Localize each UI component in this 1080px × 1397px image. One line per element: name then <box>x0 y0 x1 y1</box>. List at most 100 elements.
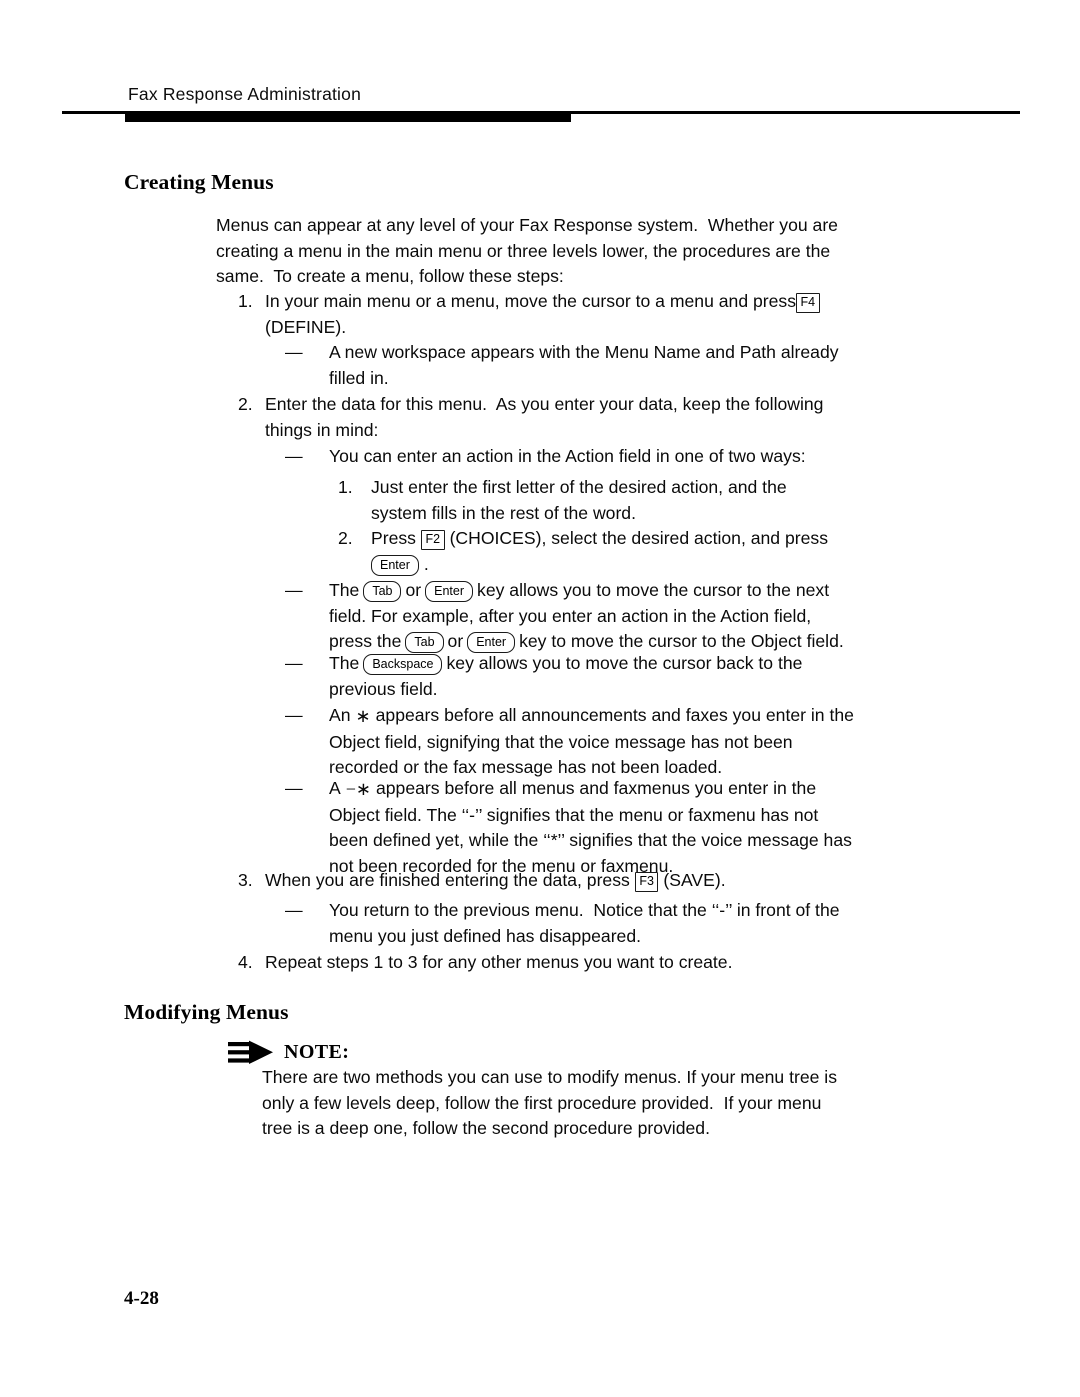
step-3-dash-line-1: You return to the previous menu. Notice … <box>329 900 840 920</box>
note-body-paragraph: There are two methods you can use to mod… <box>262 1065 922 1142</box>
list-item-step-3-dash: — You return to the previous menu. Notic… <box>285 898 910 949</box>
step-2-dash-5-body: A −∗ appears before all menus and faxmenus… <box>329 776 915 879</box>
em-dash-marker: — <box>285 705 303 725</box>
step-3-marker: 3. <box>238 870 253 890</box>
em-dash-marker: — <box>285 580 303 600</box>
step-2-line-1: Enter the data for this menu. As you ent… <box>265 394 824 414</box>
substep-2-marker: 2. <box>338 528 353 548</box>
intro-line-3: same. To create a menu, follow these ste… <box>216 266 564 287</box>
list-item-step-2-dash-2: — The Tab or Enter key allows you to move th… <box>285 578 910 655</box>
note-line-2: only a few levels deep, follow the first… <box>262 1092 822 1113</box>
step-2-line-2: things in mind: <box>265 419 379 440</box>
step-2-dash-2-body: The Tab or Enter key allows you to move the … <box>329 578 910 655</box>
dash3-l1-b: key allows you to move the cursor back t… <box>446 653 803 673</box>
substep-2-line-2: Enter. <box>371 552 908 578</box>
key-enter[interactable]: Enter <box>371 554 419 576</box>
document-page: Fax Response Administration Creating Men… <box>0 0 1080 1397</box>
step-1-dash-line-2: filled in. <box>329 367 389 388</box>
note-label: NOTE: <box>284 1041 350 1063</box>
em-dash-marker: — <box>285 653 303 673</box>
step-2-dash-2-line-2: field. For example, after you enter an a… <box>329 605 812 626</box>
dash5-l1-b: appears before all menus and faxmenus yo… <box>375 778 817 798</box>
dash4-l1-b: appears before all announcements and fax… <box>375 705 854 725</box>
substep-1-marker: 1. <box>338 477 353 497</box>
substep-2-trailing-period: . <box>423 553 429 574</box>
list-item-substep-1: 1. Just enter the first letter of the de… <box>338 475 908 526</box>
step-2-dash-3-body: The Backspace key allows you to move the c… <box>329 651 905 702</box>
step-2-dash-1-body: You can enter an action in the Action fi… <box>329 444 905 470</box>
step-2-dash-3-line-1: The Backspace key allows you to move the c… <box>329 651 905 677</box>
step-1-body: In your main menu or a menu, move the cu… <box>265 289 898 340</box>
step-3-body: When you are finished entering the data,… <box>265 868 908 894</box>
step-4-body: Repeat steps 1 to 3 for any other menus … <box>265 950 908 976</box>
step-2-dash-1-line-1: You can enter an action in the Action fi… <box>329 446 806 466</box>
asterisk-symbol: ∗ <box>355 706 371 726</box>
dash2-l1-c: key allows you to move the cursor to the… <box>477 580 830 600</box>
note-arrow-icon <box>228 1040 273 1064</box>
substep-2-body: Press F2 (CHOICES), select the desired act… <box>371 526 908 577</box>
list-item-step-2-dash-1: — You can enter an action in the Action … <box>285 444 905 470</box>
heading-modifying-menus: Modifying Menus <box>124 1000 289 1024</box>
note-line-3: tree is a deep one, follow the second pr… <box>262 1118 710 1139</box>
substep-2-line-1: Press F2 (CHOICES), select the desired act… <box>371 526 908 552</box>
substep-2-text-before: Press <box>371 528 416 548</box>
step-4-marker: 4. <box>238 952 253 972</box>
step-2-dash-4-body: An ∗ appears before all announcements and … <box>329 703 905 781</box>
step-1-dash-body: A new workspace appears with the Menu Na… <box>329 340 905 391</box>
substep-1-line-2: system fills in the rest of the word. <box>371 502 636 523</box>
step-3-dash-body: You return to the previous menu. Notice … <box>329 898 910 949</box>
step-3-dash-line-2: menu you just defined has disappeared. <box>329 925 642 946</box>
list-item-substep-2: 2. Press F2 (CHOICES), select the desired … <box>338 526 908 577</box>
list-item-step-1-dash: — A new workspace appears with the Menu … <box>285 340 905 391</box>
list-item-step-2-dash-3: — The Backspace key allows you to move the… <box>285 651 905 702</box>
page-number: 4-28 <box>124 1288 159 1309</box>
key-tab[interactable]: Tab <box>363 581 402 602</box>
heading-creating-menus: Creating Menus <box>124 170 274 194</box>
step-2-dash-5-line-2: Object field. The ‘‘-’’ signifies that t… <box>329 804 819 825</box>
dash2-l3-b: or <box>447 631 464 652</box>
dash2-l3-a: press the <box>329 631 402 652</box>
dash2-l1-a: The <box>329 580 360 600</box>
minus-asterisk-symbol: −∗ <box>345 779 371 799</box>
dash5-l1-a: A <box>329 778 341 798</box>
dash2-l1-b: or <box>405 580 422 600</box>
step-1-text-before-key: In your main menu or a menu, move the cu… <box>265 291 797 311</box>
key-backspace[interactable]: Backspace <box>363 654 443 675</box>
key-f2[interactable]: F2 <box>420 529 445 550</box>
step-2-dash-3-line-2: previous field. <box>329 678 438 699</box>
list-item-step-2-dash-4: — An ∗ appears before all announcements an… <box>285 703 905 781</box>
step-1-line-2: (DEFINE). <box>265 316 347 337</box>
dash3-l1-a: The <box>329 653 360 673</box>
em-dash-marker: — <box>285 778 303 798</box>
em-dash-marker: — <box>285 900 303 920</box>
step-4-line-1: Repeat steps 1 to 3 for any other menus … <box>265 952 733 972</box>
step-2-dash-5-line-3: been defined yet, while the ‘‘*’’ signif… <box>329 830 852 851</box>
key-f4[interactable]: F4 <box>796 292 820 313</box>
step-3-line-1: When you are finished entering the data,… <box>265 868 908 894</box>
note-line-1: There are two methods you can use to mod… <box>262 1067 838 1087</box>
list-item-step-4: 4. Repeat steps 1 to 3 for any other men… <box>238 950 908 976</box>
running-header-title: Fax Response Administration <box>128 84 362 104</box>
step-2-dash-4-line-1: An ∗ appears before all announcements and … <box>329 703 905 730</box>
step-1-marker: 1. <box>238 291 253 311</box>
list-item-step-2: 2. Enter the data for this menu. As you … <box>238 392 908 443</box>
intro-line-2: creating a menu in the main menu or thre… <box>216 240 831 261</box>
header-rule-thick <box>125 113 571 122</box>
step-2-dash-2-line-1: The Tab or Enter key allows you to move the … <box>329 578 910 604</box>
list-item-step-3: 3. When you are finished entering the da… <box>238 868 908 894</box>
em-dash-marker: — <box>285 342 303 362</box>
step-1-dash-line-1: A new workspace appears with the Menu Na… <box>329 342 839 362</box>
step-3-text-after: (SAVE). <box>663 870 726 890</box>
creating-intro-paragraph: Menus can appear at any level of your Fa… <box>216 213 916 290</box>
dash4-l1-a: An <box>329 705 351 725</box>
em-dash-marker: — <box>285 446 303 466</box>
list-item-step-2-dash-5: — A −∗ appears before all menus and faxmen… <box>285 776 915 879</box>
substep-1-body: Just enter the first letter of the desir… <box>371 475 908 526</box>
step-2-marker: 2. <box>238 394 253 414</box>
step-1-line-1: In your main menu or a menu, move the cu… <box>265 289 898 315</box>
key-f3[interactable]: F3 <box>634 871 659 892</box>
key-enter[interactable]: Enter <box>425 581 474 602</box>
step-2-dash-5-line-1: A −∗ appears before all menus and faxmenus… <box>329 776 915 803</box>
list-item-step-1: 1. In your main menu or a menu, move the… <box>238 289 898 340</box>
intro-line-1: Menus can appear at any level of your Fa… <box>216 215 838 235</box>
